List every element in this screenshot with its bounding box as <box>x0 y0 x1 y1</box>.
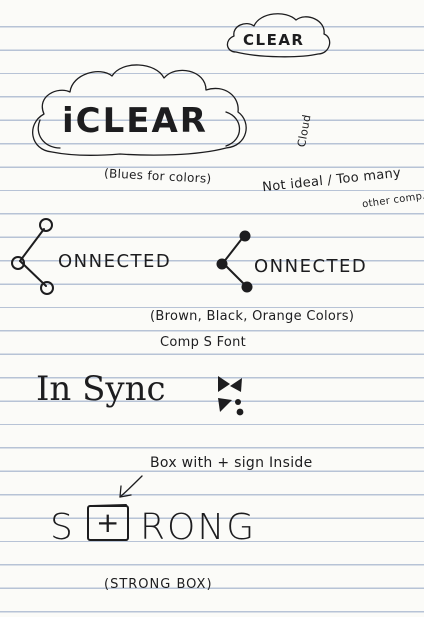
sync-triangles-icon <box>218 376 244 416</box>
strong-box-note: (STRONG BOX) <box>104 577 213 592</box>
connected-outline-label: ONNECTED <box>58 251 172 272</box>
in-sync-label: In Sync <box>36 369 166 409</box>
strong-rest-letters: RONG <box>140 507 257 548</box>
box-with-plus-note: Box with + sign Inside <box>150 455 313 471</box>
brown-black-orange-note: (Brown, Black, Orange Colors) <box>150 309 355 324</box>
connected-filled-label: ONNECTED <box>254 256 368 277</box>
comp-font-note: Comp S Font <box>160 335 247 350</box>
strong-s-letter: S <box>50 507 73 548</box>
arrow-to-box-icon <box>119 475 143 498</box>
strong-plus-sign: + <box>96 506 120 539</box>
connected-filled-icon <box>216 230 253 293</box>
connected-outline-icon <box>11 218 54 295</box>
clear-small-label: CLEAR <box>243 31 305 49</box>
iclear-title: iCLEAR <box>62 101 208 141</box>
